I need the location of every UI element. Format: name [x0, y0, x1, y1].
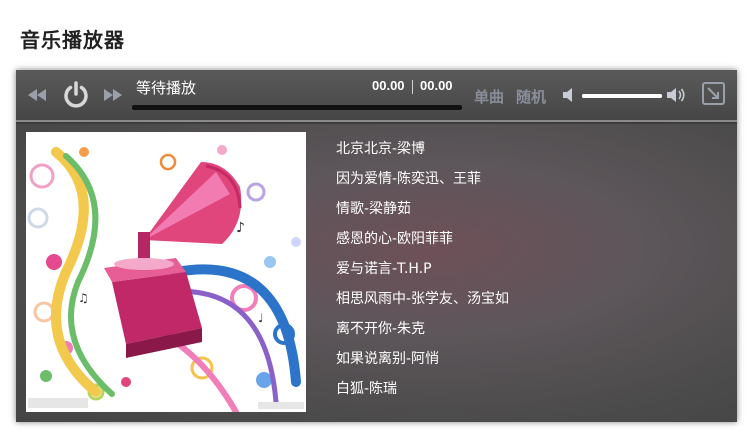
- fullscreen-button[interactable]: [702, 82, 725, 105]
- rewind-icon[interactable]: [26, 87, 48, 103]
- playlist-item[interactable]: 相思风雨中-张学友、汤宝如: [336, 288, 509, 318]
- random-mode-button[interactable]: 随机: [516, 86, 546, 107]
- volume-slider[interactable]: [582, 94, 662, 98]
- svg-text:♩: ♩: [258, 311, 264, 325]
- playlist-item[interactable]: 北京北京-梁博: [336, 138, 509, 168]
- progress-bar[interactable]: [132, 105, 462, 110]
- speaker-loud-icon[interactable]: [666, 86, 686, 104]
- svg-text:♪: ♪: [236, 220, 245, 236]
- gramophone-illustration: ♪ ♫ ♩: [27, 145, 304, 412]
- time-current: 00.00: [372, 78, 405, 93]
- page-title: 音乐播放器: [20, 28, 125, 52]
- track-status: 等待播放: [136, 79, 197, 97]
- playlist-item[interactable]: 白狐-陈瑞: [336, 378, 509, 408]
- volume-fill: [582, 94, 662, 98]
- svg-text:♫: ♫: [78, 291, 89, 305]
- playlist-item[interactable]: 因为爱情-陈奕迅、王菲: [336, 168, 509, 198]
- speaker-icon[interactable]: [561, 86, 579, 104]
- player-content: ♪ ♫ ♩ 北京北京-梁博 因为爱情-陈奕迅、王菲 情歌-梁静茹 感恩的心-欧阳…: [16, 124, 737, 422]
- playlist-item[interactable]: 情歌-梁静茹: [336, 198, 509, 228]
- power-icon[interactable]: [60, 79, 92, 111]
- music-player: 等待播放 00.00 00.00 单曲 随机 ♪ ♫ ♩ 北京北京-梁博 因为爱…: [16, 70, 737, 422]
- playlist-item[interactable]: 离不开你-朱克: [336, 318, 509, 348]
- time-total: 00.00: [420, 78, 453, 93]
- fast-forward-icon[interactable]: [102, 87, 124, 103]
- fullscreen-icon: [707, 87, 719, 99]
- playlist-item[interactable]: 感恩的心-欧阳菲菲: [336, 228, 509, 258]
- control-bar: 等待播放 00.00 00.00 单曲 随机: [16, 70, 737, 122]
- album-cover: ♪ ♫ ♩: [26, 132, 306, 412]
- playlist-item[interactable]: 爱与诺言-T.H.P: [336, 258, 509, 288]
- single-mode-button[interactable]: 单曲: [474, 86, 504, 107]
- playlist-item[interactable]: 如果说离别-阿悄: [336, 348, 509, 378]
- playlist: 北京北京-梁博 因为爱情-陈奕迅、王菲 情歌-梁静茹 感恩的心-欧阳菲菲 爱与诺…: [336, 138, 509, 408]
- time-separator: [412, 80, 413, 94]
